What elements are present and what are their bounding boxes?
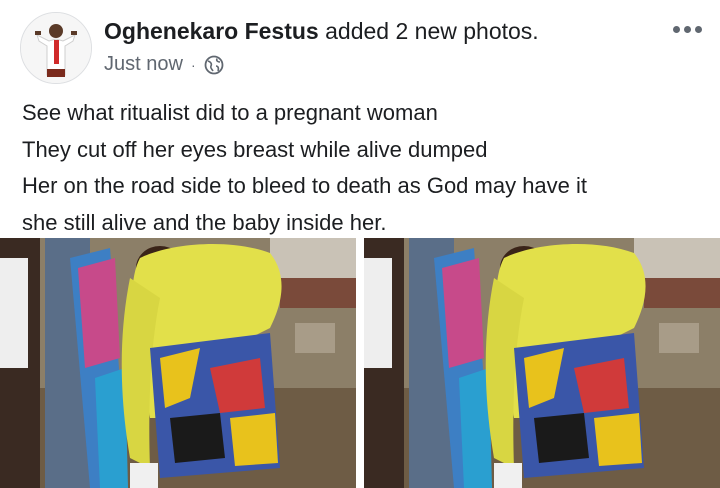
post-header: Oghenekaro Festus added 2 new photos. Ju… xyxy=(0,0,720,90)
meta-separator: · xyxy=(190,56,196,73)
post-text-line: They cut off her eyes breast while alive… xyxy=(22,136,488,162)
post-text-line: she still alive and the baby inside her. xyxy=(22,209,387,235)
avatar-image xyxy=(21,13,91,83)
photo-grid xyxy=(0,238,720,488)
avatar[interactable] xyxy=(20,12,92,84)
more-options-icon[interactable] xyxy=(673,26,702,33)
photo-1[interactable] xyxy=(0,238,356,488)
photo-woman-bending-duplicate xyxy=(364,238,720,488)
post-title-line: Oghenekaro Festus added 2 new photos. xyxy=(104,18,539,45)
timestamp-link[interactable]: Just now xyxy=(104,53,183,76)
post-action-text: added 2 new photos. xyxy=(318,18,539,44)
photo-2[interactable] xyxy=(364,238,720,488)
post-text-line: Her on the road side to bleed to death a… xyxy=(22,173,588,198)
post-meta: Just now · xyxy=(104,53,224,76)
more-dot xyxy=(673,26,680,33)
post-message: See what ritualist did to a pregnant wom… xyxy=(22,95,712,241)
globe-icon[interactable] xyxy=(204,55,224,75)
author-name-link[interactable]: Oghenekaro Festus xyxy=(104,18,319,44)
more-dot xyxy=(684,26,691,33)
photo-woman-bending xyxy=(0,238,356,488)
more-dot xyxy=(695,26,702,33)
post-text-line: See what ritualist did to a pregnant wom… xyxy=(22,100,438,125)
